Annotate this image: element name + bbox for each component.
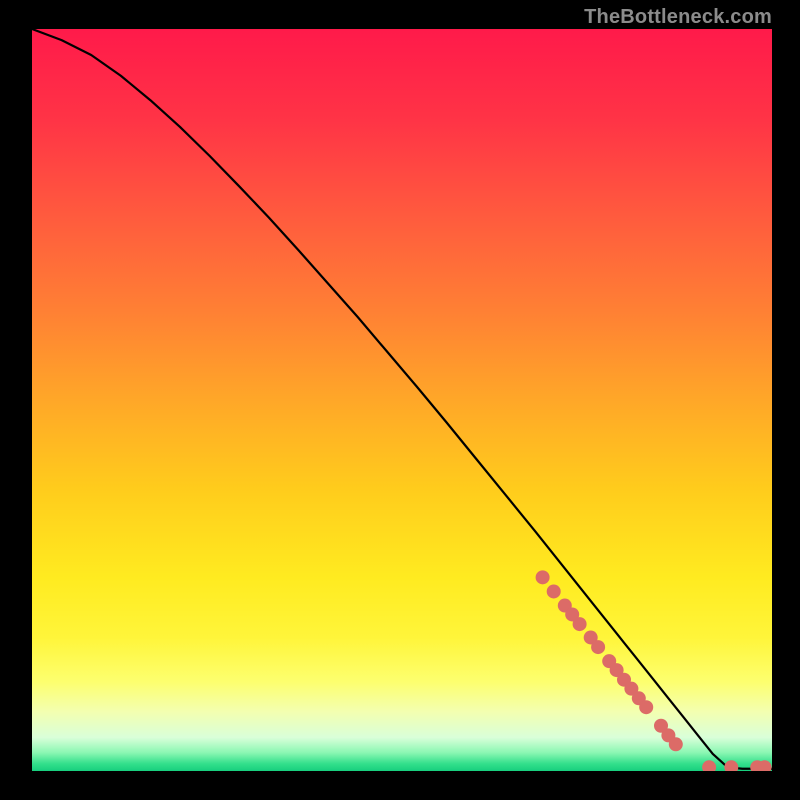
watermark-label: TheBottleneck.com bbox=[584, 6, 772, 29]
data-markers bbox=[536, 570, 772, 771]
curve-layer bbox=[32, 29, 772, 771]
data-marker bbox=[702, 760, 716, 771]
plot-area bbox=[32, 29, 772, 771]
data-marker bbox=[547, 584, 561, 598]
chart-stage: TheBottleneck.com bbox=[0, 0, 800, 800]
data-marker bbox=[573, 617, 587, 631]
data-marker bbox=[536, 570, 550, 584]
data-marker bbox=[724, 760, 738, 771]
main-curve bbox=[32, 29, 772, 769]
data-marker bbox=[669, 737, 683, 751]
data-marker bbox=[591, 640, 605, 654]
data-marker bbox=[639, 700, 653, 714]
